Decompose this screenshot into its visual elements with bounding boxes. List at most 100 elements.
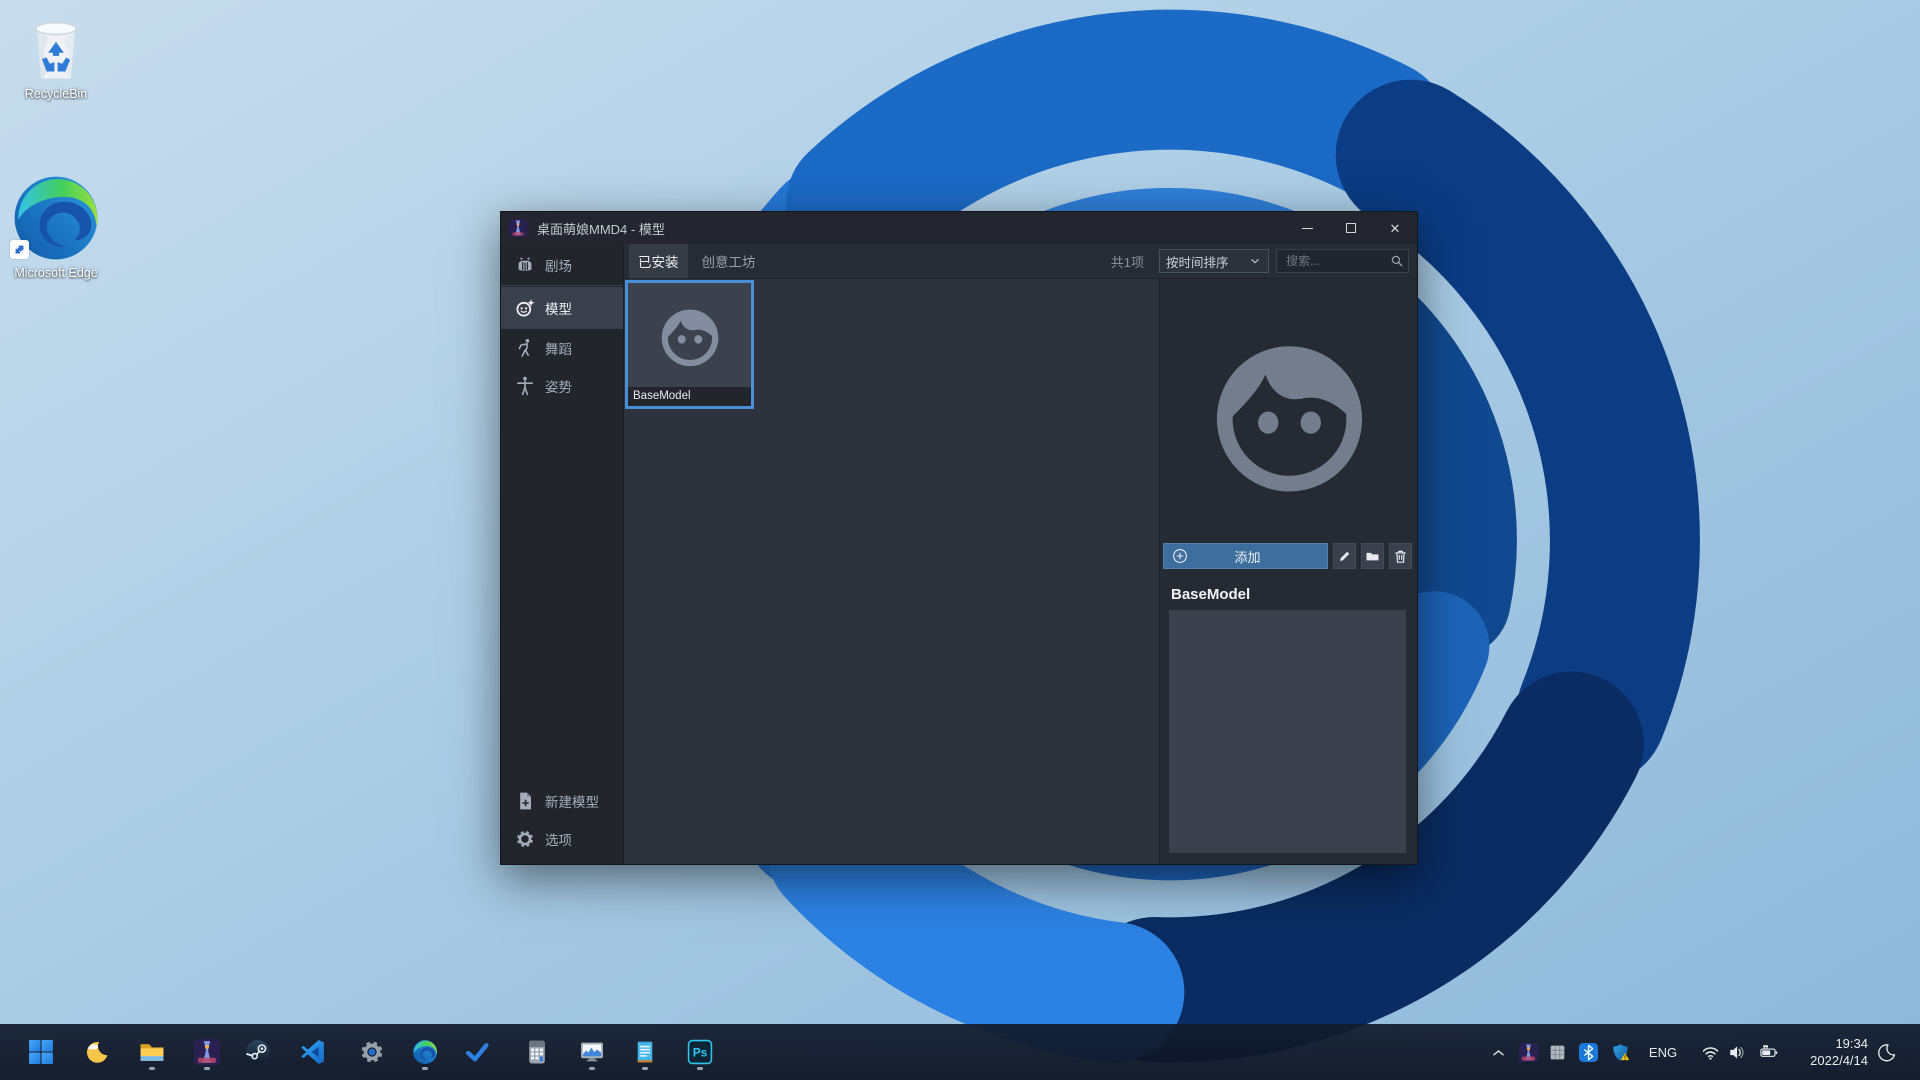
folder-icon [1366,552,1379,560]
close-icon: ✕ [1389,220,1401,236]
tray-clock[interactable]: 19:34 2022/4/14 [1810,1035,1868,1069]
tray-show-hidden-icons[interactable] [1486,1040,1510,1064]
minimize-button[interactable] [1285,212,1329,244]
app-window-mmd: 桌面萌娘MMD4 - 模型 ✕ 剧场 模型 舞蹈 姿势 新建模型 选项 已安装 … [500,211,1418,865]
running-indicator [589,1067,595,1070]
taskbar-icon-file-explorer[interactable] [132,1032,172,1072]
search-input[interactable] [1284,253,1390,269]
tab-workshop[interactable]: 创意工坊 [693,244,765,278]
tray-icon-battery[interactable] [1754,1040,1782,1064]
search-icon[interactable] [1390,254,1404,268]
model-card-label: BaseModel [628,387,751,406]
model-grid: BaseModel [624,279,1159,864]
desktop-icon-label: RecycleBin [24,87,88,101]
taskbar-icon-vscode[interactable] [293,1032,333,1072]
sidebar: 剧场 模型 舞蹈 姿势 新建模型 选项 [501,244,624,864]
gear-icon [517,831,533,847]
wifi-icon [1702,1046,1718,1060]
taskbar-icon-task-manager[interactable] [572,1032,612,1072]
focus-moon-icon [1877,1043,1895,1061]
security-shield-warning-icon [1612,1043,1629,1061]
model-card-basemodel[interactable]: BaseModel [625,280,754,409]
vscode-icon [301,1040,324,1064]
chevron-up-icon [1492,1049,1504,1055]
model-description-box [1169,610,1406,853]
sidebar-item-dance[interactable]: 舞蹈 [501,329,623,367]
sidebar-item-label: 舞蹈 [545,342,572,357]
taskbar-icon-steam[interactable] [238,1032,278,1072]
tray-icon-grid-app[interactable] [1545,1040,1569,1064]
tray-language-indicator[interactable]: ENG [1645,1024,1681,1080]
open-folder-button[interactable] [1361,543,1384,569]
taskbar-icon-photoshop[interactable]: Ps [680,1032,720,1072]
add-button[interactable]: 添加 [1163,543,1328,569]
taskbar-icon-calculator[interactable] [517,1032,557,1072]
app-window-icon [509,219,527,237]
mmd-app-icon [194,1039,220,1065]
delete-button[interactable] [1389,543,1412,569]
tray-icon-focus-assist[interactable] [1874,1040,1898,1064]
sidebar-item-label: 姿势 [545,380,572,395]
taskbar-icon-edge[interactable] [405,1032,445,1072]
sidebar-item-label: 新建模型 [545,795,599,810]
toolbar: 已安装 创意工坊 共1项 按时间排序 [624,244,1417,279]
sidebar-item-new-model[interactable]: 新建模型 [501,782,623,820]
recycle-bin-icon [34,21,78,79]
taskbar-icon-todo[interactable] [457,1032,497,1072]
taskbar-icon-mmd-app[interactable] [187,1032,227,1072]
trash-icon [1395,550,1406,563]
sidebar-item-label: 模型 [545,302,572,317]
detail-model-name: BaseModel [1171,586,1251,603]
calculator-icon [529,1040,545,1064]
model-thumbnail [628,283,751,387]
running-indicator [422,1067,428,1070]
desktop-icon-microsoft-edge[interactable]: Microsoft Edge [8,173,104,281]
sidebar-item-theater[interactable]: 剧场 [501,246,623,284]
maximize-button[interactable] [1329,212,1373,244]
clock-date: 2022/4/14 [1810,1053,1868,1068]
taskbar-icon-notepad[interactable] [625,1032,665,1072]
item-count: 共1项 [1110,254,1144,270]
edit-button[interactable] [1333,543,1356,569]
titlebar[interactable]: 桌面萌娘MMD4 - 模型 ✕ [501,212,1417,244]
face-placeholder-icon-large [1216,346,1363,492]
windows-start-icon [29,1040,53,1064]
tray-icon-bluetooth[interactable] [1576,1040,1600,1064]
desktop-icon-label: Microsoft Edge [14,266,98,280]
pose-icon [517,376,533,396]
sidebar-item-options[interactable]: 选项 [501,820,623,858]
running-indicator [149,1067,155,1070]
tray-icon-speaker[interactable] [1725,1040,1749,1064]
clock-time: 19:34 [1835,1036,1868,1051]
close-button[interactable]: ✕ [1373,212,1417,244]
sort-dropdown[interactable]: 按时间排序 [1159,249,1269,273]
tab-installed[interactable]: 已安装 [629,244,688,278]
file-plus-icon [520,792,531,810]
sidebar-item-model[interactable]: 模型 [501,287,623,329]
desktop-icon-recycle-bin[interactable]: RecycleBin [8,6,104,102]
running-indicator [204,1067,210,1070]
photoshop-icon: Ps [687,1039,713,1065]
maximize-icon [1346,223,1356,233]
running-indicator [642,1067,648,1070]
grid-app-icon [1550,1045,1564,1059]
mmd-app-icon [1518,1042,1538,1062]
tray-icon-mmd-app[interactable] [1516,1040,1540,1064]
tray-icon-wifi[interactable] [1698,1040,1722,1064]
taskbar-icon-weather[interactable] [77,1032,117,1072]
sort-value: 按时间排序 [1166,255,1229,270]
taskbar-icon-settings[interactable] [352,1032,392,1072]
sidebar-item-pose[interactable]: 姿势 [501,367,623,405]
add-button-label: 添加 [1234,549,1261,565]
taskbar: Ps ENG 19:34 2022/4/14 [0,1024,1920,1080]
file-explorer-icon [140,1044,164,1061]
detail-panel: 添加 BaseModel [1159,279,1417,864]
model-face-icon [516,299,535,317]
check-icon [465,1043,489,1062]
start-button[interactable] [21,1032,61,1072]
face-placeholder-icon [661,309,718,367]
tray-icon-security-shield[interactable] [1608,1040,1632,1064]
bluetooth-icon [1578,1042,1598,1062]
search-box [1276,249,1409,273]
